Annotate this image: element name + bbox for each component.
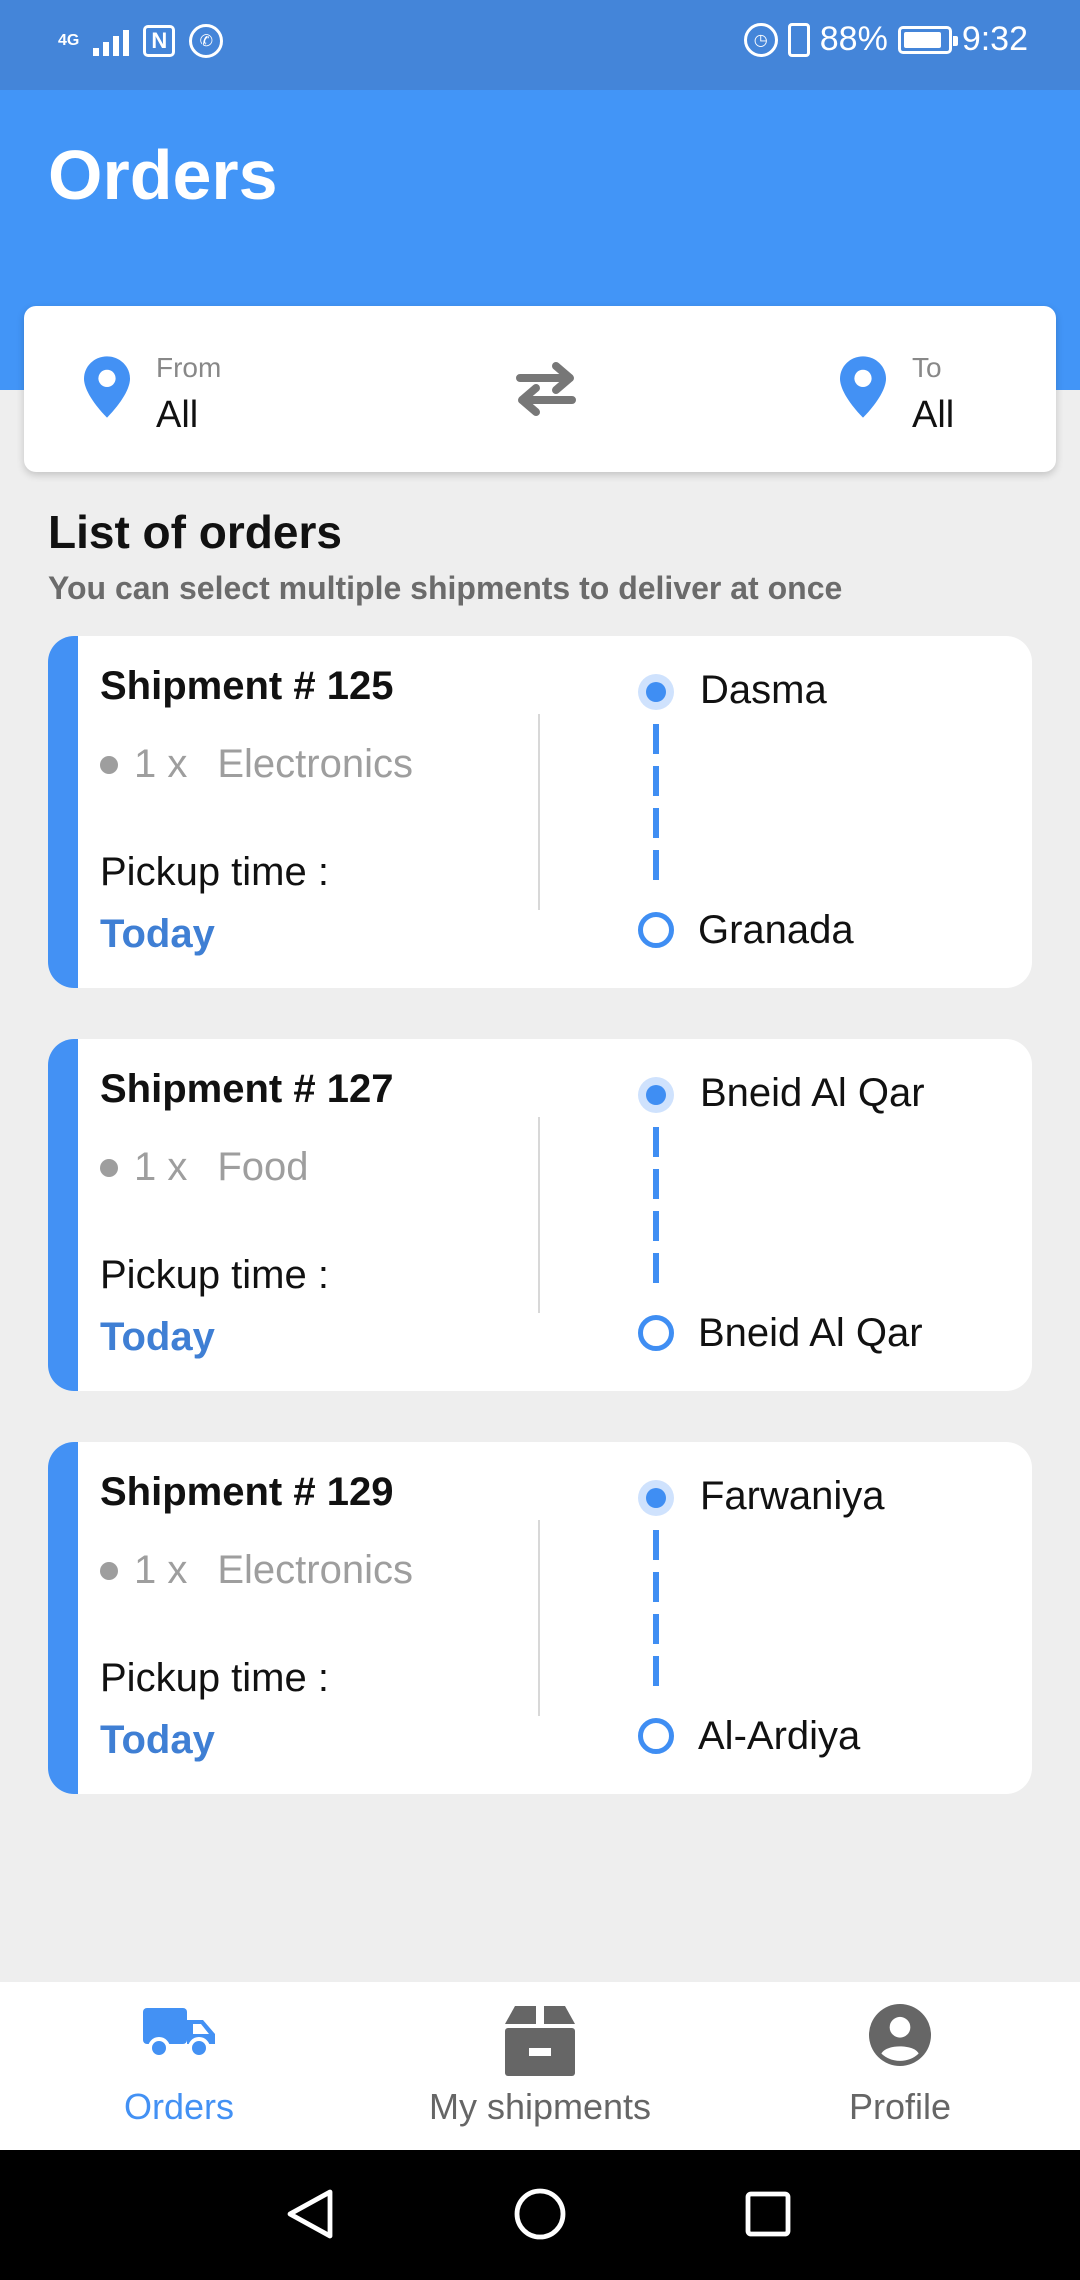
from-label: From — [156, 352, 222, 383]
tab-profile[interactable]: Profile — [750, 1982, 1050, 2150]
order-card[interactable]: Shipment # 125 1 x Electronics Pickup ti… — [48, 636, 1032, 988]
destination-dot-icon — [638, 912, 674, 948]
battery-icon — [897, 25, 958, 54]
pickup-label: Pickup time : — [100, 850, 329, 894]
system-navigation-bar — [0, 2150, 1080, 2280]
list-subtitle: You can select multiple shipments to del… — [48, 570, 843, 606]
alarm-icon: ◷ — [743, 22, 778, 57]
destination-city: Granada — [698, 908, 854, 952]
status-right-icons: ◷ 88% 9:32 — [743, 20, 1028, 59]
shipment-title: Shipment # 127 — [100, 1067, 394, 1111]
back-icon[interactable] — [282, 2186, 338, 2242]
shipment-item: 1 x Food — [100, 1145, 309, 1190]
item-category: Electronics — [217, 1548, 413, 1592]
card-accent-bar — [48, 1442, 78, 1794]
item-quantity: 1 x — [134, 742, 188, 786]
battery-level — [903, 31, 941, 48]
tab-label: Profile — [848, 2086, 952, 2127]
origin-city: Dasma — [700, 668, 827, 712]
truck-icon — [143, 2008, 215, 2059]
box-icon — [505, 2006, 575, 2076]
pickup-value: Today — [100, 1718, 215, 1762]
location-pin-icon — [840, 356, 886, 418]
order-card[interactable]: Shipment # 129 1 x Electronics Pickup ti… — [48, 1442, 1032, 1794]
page-title: Orders — [48, 136, 278, 214]
from-value: All — [156, 394, 199, 436]
origin-city: Bneid Al Qar — [700, 1071, 925, 1115]
tab-label: My shipments — [428, 2086, 652, 2127]
pickup-value: Today — [100, 1315, 215, 1359]
destination-dot-icon — [638, 1315, 674, 1351]
account-icon — [869, 2004, 931, 2066]
origin-dot-icon — [638, 1077, 674, 1113]
whatsapp-icon: ✆ — [189, 24, 224, 58]
shipment-title: Shipment # 125 — [100, 664, 394, 708]
location-pin-icon — [84, 356, 130, 418]
pickup-value: Today — [100, 912, 215, 956]
signal-icon — [93, 26, 130, 56]
list-title: List of orders — [48, 506, 342, 558]
item-quantity: 1 x — [134, 1548, 188, 1592]
origin-city: Farwaniya — [700, 1474, 885, 1518]
item-quantity: 1 x — [134, 1145, 188, 1189]
route-dashed-line — [653, 1127, 659, 1293]
bullet-icon — [100, 755, 118, 774]
pickup-label: Pickup time : — [100, 1253, 329, 1297]
order-card[interactable]: Shipment # 127 1 x Food Pickup time : To… — [48, 1039, 1032, 1391]
clock: 9:32 — [961, 20, 1028, 58]
nfc-icon: N — [143, 25, 176, 57]
card-divider — [538, 714, 540, 910]
route-dashed-line — [653, 1530, 659, 1696]
shipment-item: 1 x Electronics — [100, 742, 413, 787]
origin-dot-icon — [638, 674, 674, 710]
item-category: Electronics — [217, 742, 413, 786]
destination-city: Al-Ardiya — [698, 1714, 861, 1758]
route-filter-card: From All To All — [24, 306, 1056, 472]
network-type: 4G — [58, 32, 80, 49]
vibrate-icon — [787, 22, 810, 57]
status-bar: 4G N ✆ ◷ 88% 9:32 — [0, 0, 1080, 90]
status-left-icons: 4G N ✆ — [58, 24, 224, 58]
card-divider — [538, 1117, 540, 1313]
destination-dot-icon — [638, 1718, 674, 1754]
home-icon[interactable] — [512, 2186, 568, 2242]
recents-icon[interactable] — [740, 2186, 796, 2242]
destination-city: Bneid Al Qar — [698, 1311, 923, 1355]
bullet-icon — [100, 1158, 118, 1177]
origin-dot-icon — [638, 1480, 674, 1516]
battery-percent: 88% — [819, 20, 888, 58]
shipment-title: Shipment # 129 — [100, 1470, 394, 1514]
card-accent-bar — [48, 1039, 78, 1391]
shipment-item: 1 x Electronics — [100, 1548, 413, 1593]
bottom-navigation: Orders My shipments Profile — [0, 1982, 1080, 2150]
tab-my-shipments[interactable]: My shipments — [390, 1982, 690, 2150]
card-divider — [538, 1520, 540, 1716]
to-value: All — [912, 394, 955, 436]
pickup-label: Pickup time : — [100, 1656, 329, 1700]
swap-icon[interactable] — [508, 354, 584, 424]
tab-orders[interactable]: Orders — [29, 1982, 329, 2150]
route-dashed-line — [653, 724, 659, 890]
to-label: To — [912, 352, 942, 383]
tab-label: Orders — [123, 2086, 235, 2127]
bullet-icon — [100, 1561, 118, 1580]
card-accent-bar — [48, 636, 78, 988]
item-category: Food — [217, 1145, 309, 1189]
